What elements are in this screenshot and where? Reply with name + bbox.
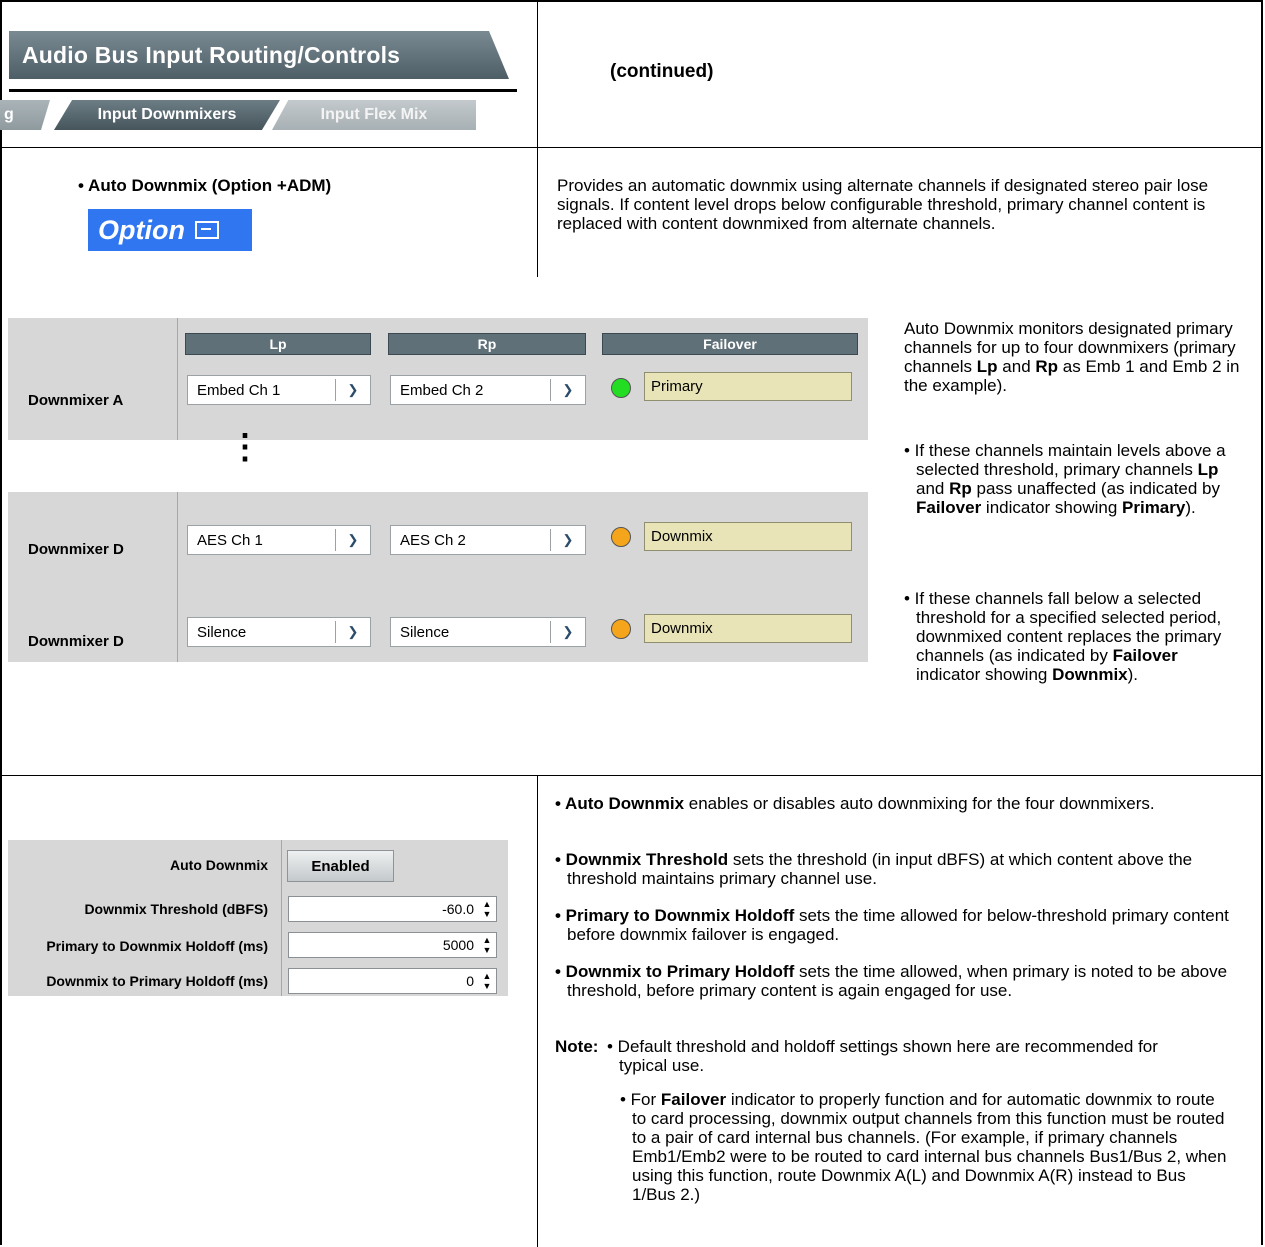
column-header-lp: Lp bbox=[185, 333, 371, 355]
header-rule bbox=[9, 89, 517, 92]
option-arrow-icon bbox=[194, 221, 219, 239]
downmixer-label: Downmixer D bbox=[28, 541, 124, 558]
tab-input-flex-mix[interactable]: Input Flex Mix bbox=[272, 100, 476, 130]
auto-downmix-toggle[interactable]: Enabled bbox=[287, 850, 394, 882]
chevron-down-icon[interactable]: ❯ bbox=[335, 529, 370, 551]
divider bbox=[0, 147, 1263, 148]
tab-input-downmixers[interactable]: Input Downmixers bbox=[54, 100, 280, 130]
p2d-holdoff-input[interactable]: 5000 ▲ ▼ bbox=[288, 932, 497, 958]
lp-select[interactable]: Silence ❯ bbox=[187, 617, 371, 647]
p2d-value: 5000 bbox=[442, 937, 474, 953]
lp-select[interactable]: Embed Ch 1 ❯ bbox=[187, 375, 371, 405]
threshold-label: Downmix Threshold (dBFS) bbox=[84, 901, 268, 917]
chevron-down-icon[interactable]: ❯ bbox=[550, 379, 585, 401]
option-badge: Option bbox=[88, 209, 252, 251]
rp-select-value: Embed Ch 2 bbox=[400, 381, 484, 399]
rp-select[interactable]: Silence ❯ bbox=[390, 617, 586, 647]
side-bullet: • If these channels maintain levels abov… bbox=[904, 441, 1226, 517]
panel-separator bbox=[177, 318, 178, 440]
column-header-rp: Rp bbox=[388, 333, 586, 355]
note-failover: • For Failover indicator to properly fun… bbox=[620, 1090, 1227, 1204]
page-title: Audio Bus Input Routing/Controls bbox=[22, 42, 401, 68]
note-threshold: • Downmix Threshold sets the threshold (… bbox=[555, 850, 1193, 888]
chevron-down-icon[interactable]: ❯ bbox=[550, 621, 585, 643]
lp-select-value: Embed Ch 1 bbox=[197, 381, 281, 399]
divider bbox=[537, 775, 538, 1247]
d2p-value: 0 bbox=[466, 973, 474, 989]
side-bullet: • If these channels fall below a selecte… bbox=[904, 589, 1222, 684]
lp-select-value: AES Ch 1 bbox=[197, 531, 263, 549]
panel-separator bbox=[177, 492, 178, 662]
divider bbox=[537, 0, 538, 147]
chevron-down-icon[interactable]: ❯ bbox=[550, 529, 585, 551]
rp-select[interactable]: Embed Ch 2 ❯ bbox=[390, 375, 586, 405]
spinner-icon[interactable]: ▲ ▼ bbox=[481, 971, 493, 991]
d2p-holdoff-input[interactable]: 0 ▲ ▼ bbox=[288, 968, 497, 994]
status-led-orange bbox=[611, 619, 631, 639]
threshold-value: -60.0 bbox=[442, 901, 474, 917]
panel-separator bbox=[281, 840, 282, 996]
rp-select[interactable]: AES Ch 2 ❯ bbox=[390, 525, 586, 555]
rp-select-value: Silence bbox=[400, 623, 450, 641]
note-d2p-holdoff: • Downmix to Primary Holdoff sets the ti… bbox=[555, 962, 1228, 1000]
note-auto-downmix: • Auto Downmix enables or disables auto … bbox=[555, 794, 1155, 813]
chevron-down-icon[interactable]: ❯ bbox=[335, 621, 370, 643]
side-paragraph: Auto Downmix monitors designated primary… bbox=[904, 319, 1240, 395]
spinner-icon[interactable]: ▲ ▼ bbox=[481, 899, 493, 919]
divider bbox=[537, 147, 538, 277]
lp-select-value: Silence bbox=[197, 623, 247, 641]
note-p2d-holdoff: • Primary to Downmix Holdoff sets the ti… bbox=[555, 906, 1229, 944]
failover-status: Downmix bbox=[644, 522, 852, 551]
ellipsis-icon: ⋮ bbox=[228, 428, 262, 466]
chevron-down-icon[interactable]: ❯ bbox=[335, 379, 370, 401]
option-label: Option bbox=[98, 214, 185, 245]
auto-downmix-label: Auto Downmix bbox=[170, 857, 268, 873]
divider bbox=[0, 775, 1263, 776]
p2d-label: Primary to Downmix Holdoff (ms) bbox=[46, 938, 268, 954]
downmixer-label: Downmixer A bbox=[28, 392, 124, 409]
lp-select[interactable]: AES Ch 1 ❯ bbox=[187, 525, 371, 555]
section-heading: • Auto Downmix (Option +ADM) bbox=[78, 176, 332, 195]
downmixer-label: Downmixer D bbox=[28, 633, 124, 650]
note-defaults: • Default threshold and holdoff settings… bbox=[607, 1037, 1158, 1075]
continued-label: (continued) bbox=[610, 61, 714, 82]
rp-select-value: AES Ch 2 bbox=[400, 531, 466, 549]
d2p-label: Downmix to Primary Holdoff (ms) bbox=[46, 973, 268, 989]
status-led-green bbox=[611, 378, 631, 398]
column-header-failover: Failover bbox=[602, 333, 858, 355]
spinner-icon[interactable]: ▲ ▼ bbox=[481, 935, 493, 955]
status-led-orange bbox=[611, 527, 631, 547]
note-label: Note: bbox=[555, 1037, 599, 1056]
failover-status: Downmix bbox=[644, 614, 852, 643]
failover-status: Primary bbox=[644, 372, 852, 401]
section-description: Provides an automatic downmix using alte… bbox=[557, 176, 1209, 233]
threshold-input[interactable]: -60.0 ▲ ▼ bbox=[288, 896, 497, 922]
